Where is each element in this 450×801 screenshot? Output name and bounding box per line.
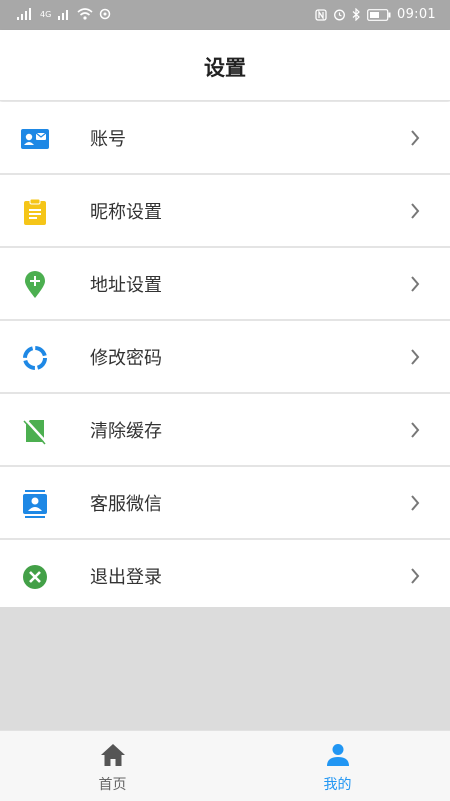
account-card-icon bbox=[20, 124, 50, 154]
chevron-right-icon bbox=[410, 202, 420, 220]
settings-item-account[interactable]: 账号 bbox=[0, 102, 450, 175]
bottom-tab-bar: 首页 我的 bbox=[0, 730, 450, 801]
status-bar: 4G 09:01 bbox=[0, 0, 450, 30]
status-left: 4G bbox=[16, 7, 111, 21]
nfc-icon bbox=[315, 8, 327, 21]
battery-icon bbox=[367, 8, 391, 21]
wifi-icon bbox=[77, 7, 93, 21]
settings-item-label: 账号 bbox=[90, 129, 126, 150]
settings-item-label: 退出登录 bbox=[90, 567, 162, 588]
close-circle-icon bbox=[20, 562, 50, 592]
location-pin-icon bbox=[20, 270, 50, 300]
chevron-right-icon bbox=[410, 421, 420, 439]
settings-item-label: 地址设置 bbox=[90, 275, 162, 296]
ring-icon bbox=[20, 343, 50, 373]
tab-label: 我的 bbox=[323, 777, 352, 793]
sd-card-off-icon bbox=[20, 416, 50, 446]
empty-area bbox=[0, 607, 450, 730]
alarm-icon bbox=[333, 8, 346, 21]
tab-label: 首页 bbox=[98, 777, 127, 793]
settings-item-label: 客服微信 bbox=[90, 494, 162, 515]
signal-icon-2 bbox=[57, 7, 71, 21]
status-right: 09:01 bbox=[315, 7, 436, 22]
person-icon bbox=[325, 743, 351, 767]
settings-item-nickname[interactable]: 昵称设置 bbox=[0, 175, 450, 248]
signal-icon bbox=[16, 7, 34, 21]
status-time: 09:01 bbox=[397, 7, 436, 22]
settings-item-password[interactable]: 修改密码 bbox=[0, 321, 450, 394]
settings-item-label: 清除缓存 bbox=[90, 421, 162, 442]
sync-icon bbox=[99, 8, 111, 20]
clipboard-icon bbox=[20, 197, 50, 227]
chevron-right-icon bbox=[410, 348, 420, 366]
chevron-right-icon bbox=[410, 275, 420, 293]
chevron-right-icon bbox=[410, 567, 420, 585]
settings-item-customer-wechat[interactable]: 客服微信 bbox=[0, 467, 450, 540]
chevron-right-icon bbox=[410, 494, 420, 512]
tab-home[interactable]: 首页 bbox=[0, 731, 225, 801]
network-type-label: 4G bbox=[40, 9, 52, 19]
settings-item-label: 修改密码 bbox=[90, 348, 162, 369]
bluetooth-icon bbox=[352, 8, 361, 21]
settings-list: 账号 昵称设置 地址设置 修改密码 清除缓存 客服微信 退出登录 bbox=[0, 102, 450, 613]
settings-item-clear-cache[interactable]: 清除缓存 bbox=[0, 394, 450, 467]
page-title: 设置 bbox=[204, 56, 246, 80]
header-bar: 设置 bbox=[0, 30, 450, 101]
contact-card-icon bbox=[20, 489, 50, 519]
tab-mine[interactable]: 我的 bbox=[225, 731, 450, 801]
home-icon bbox=[100, 743, 126, 767]
settings-item-logout[interactable]: 退出登录 bbox=[0, 540, 450, 613]
chevron-right-icon bbox=[410, 129, 420, 147]
settings-item-label: 昵称设置 bbox=[90, 202, 162, 223]
settings-item-address[interactable]: 地址设置 bbox=[0, 248, 450, 321]
